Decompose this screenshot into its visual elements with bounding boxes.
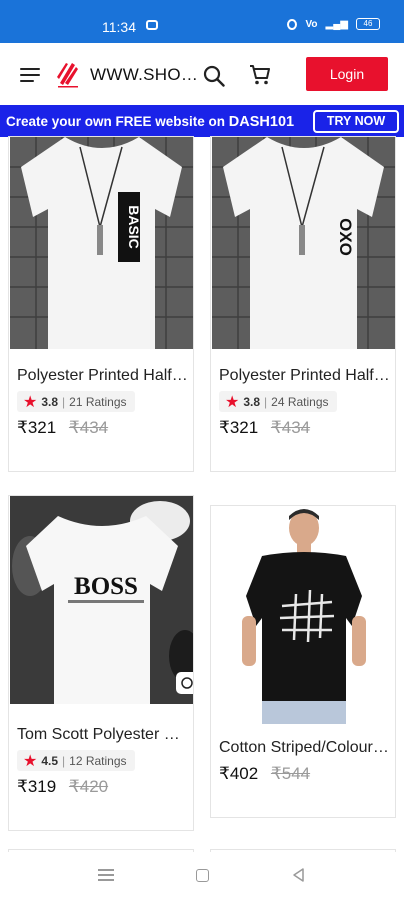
status-time: 11:34	[102, 19, 136, 35]
price-row: ₹321 ₹434	[17, 418, 108, 438]
status-icons: Vo ▂▄▆ 46	[287, 18, 380, 30]
app-header: WWW.SHOPPYHUB.COM Login	[0, 43, 404, 105]
print-text: OXO	[336, 218, 355, 256]
print-text: BOSS	[74, 573, 138, 600]
star-icon: ★	[23, 752, 38, 770]
mrp: ₹434	[68, 418, 109, 437]
price: ₹321	[17, 418, 57, 437]
promo-text: Create your own FREE website on DASH101	[6, 114, 295, 130]
product-card[interactable]: OXO Polyester Printed Half Sleeve T-Shir…	[210, 136, 396, 472]
menu-icon[interactable]	[20, 68, 40, 82]
price-row: ₹319 ₹420	[17, 777, 108, 797]
price: ₹321	[219, 418, 259, 437]
mrp: ₹544	[270, 764, 311, 783]
recent-apps-icon[interactable]	[98, 869, 114, 881]
star-icon: ★	[225, 393, 240, 411]
product-name[interactable]: Cotton Striped/Colourblocked T-Shirt	[219, 739, 391, 757]
volte-icon: Vo	[305, 18, 318, 30]
rating-badge: ★ 3.8 | 21 Ratings	[17, 391, 135, 412]
product-card[interactable]: BASIC Polyester Printed Half Sleeve T-Sh…	[8, 136, 194, 472]
battery-icon: 46	[356, 18, 380, 30]
rating-badge: ★ 3.8 | 24 Ratings	[219, 391, 337, 412]
product-name[interactable]: Polyester Printed Half Sleeve T-Shirt	[219, 367, 391, 385]
login-button[interactable]: Login	[306, 57, 388, 91]
product-name[interactable]: Tom Scott Polyester Printed T-Shirt	[17, 726, 189, 744]
mrp: ₹420	[68, 777, 109, 796]
back-icon[interactable]	[291, 867, 307, 883]
star-icon: ★	[23, 393, 38, 411]
product-image[interactable]: BOSS	[10, 496, 193, 704]
alarm-icon	[287, 18, 298, 30]
product-image[interactable]: OXO	[212, 137, 395, 349]
price-row: ₹402 ₹544	[219, 764, 310, 784]
price-row: ₹321 ₹434	[219, 418, 310, 438]
product-image[interactable]	[212, 506, 395, 724]
rating-badge: ★ 4.5 | 12 Ratings	[17, 750, 135, 771]
try-now-button[interactable]: TRY NOW	[313, 110, 399, 133]
print-text: BASIC	[126, 205, 142, 249]
product-name[interactable]: Polyester Printed Half Sleeve T-Shirt	[17, 367, 189, 385]
home-icon[interactable]	[196, 869, 209, 882]
product-card[interactable]: Cotton Striped/Colourblocked T-Shirt ₹40…	[210, 505, 396, 818]
mrp: ₹434	[270, 418, 311, 437]
promo-banner[interactable]: Create your own FREE website on DASH101 …	[0, 105, 404, 137]
price: ₹402	[219, 764, 259, 783]
product-card[interactable]: BOSS Tom Scott Polyester Printed T-Shirt…	[8, 495, 194, 831]
system-nav-bar	[0, 852, 404, 900]
site-title[interactable]: WWW.SHOPPYHUB.COM	[90, 65, 202, 85]
promo-brand: DASH101	[228, 114, 295, 130]
product-image[interactable]: BASIC	[10, 137, 193, 349]
signal-icon: ▂▄▆	[325, 18, 348, 30]
status-bar: 11:34 Vo ▂▄▆ 46	[0, 0, 404, 43]
cart-icon[interactable]	[249, 64, 271, 86]
price: ₹319	[17, 777, 57, 796]
search-icon[interactable]	[203, 65, 225, 87]
logo[interactable]	[54, 57, 82, 89]
notification-icon	[146, 20, 158, 30]
